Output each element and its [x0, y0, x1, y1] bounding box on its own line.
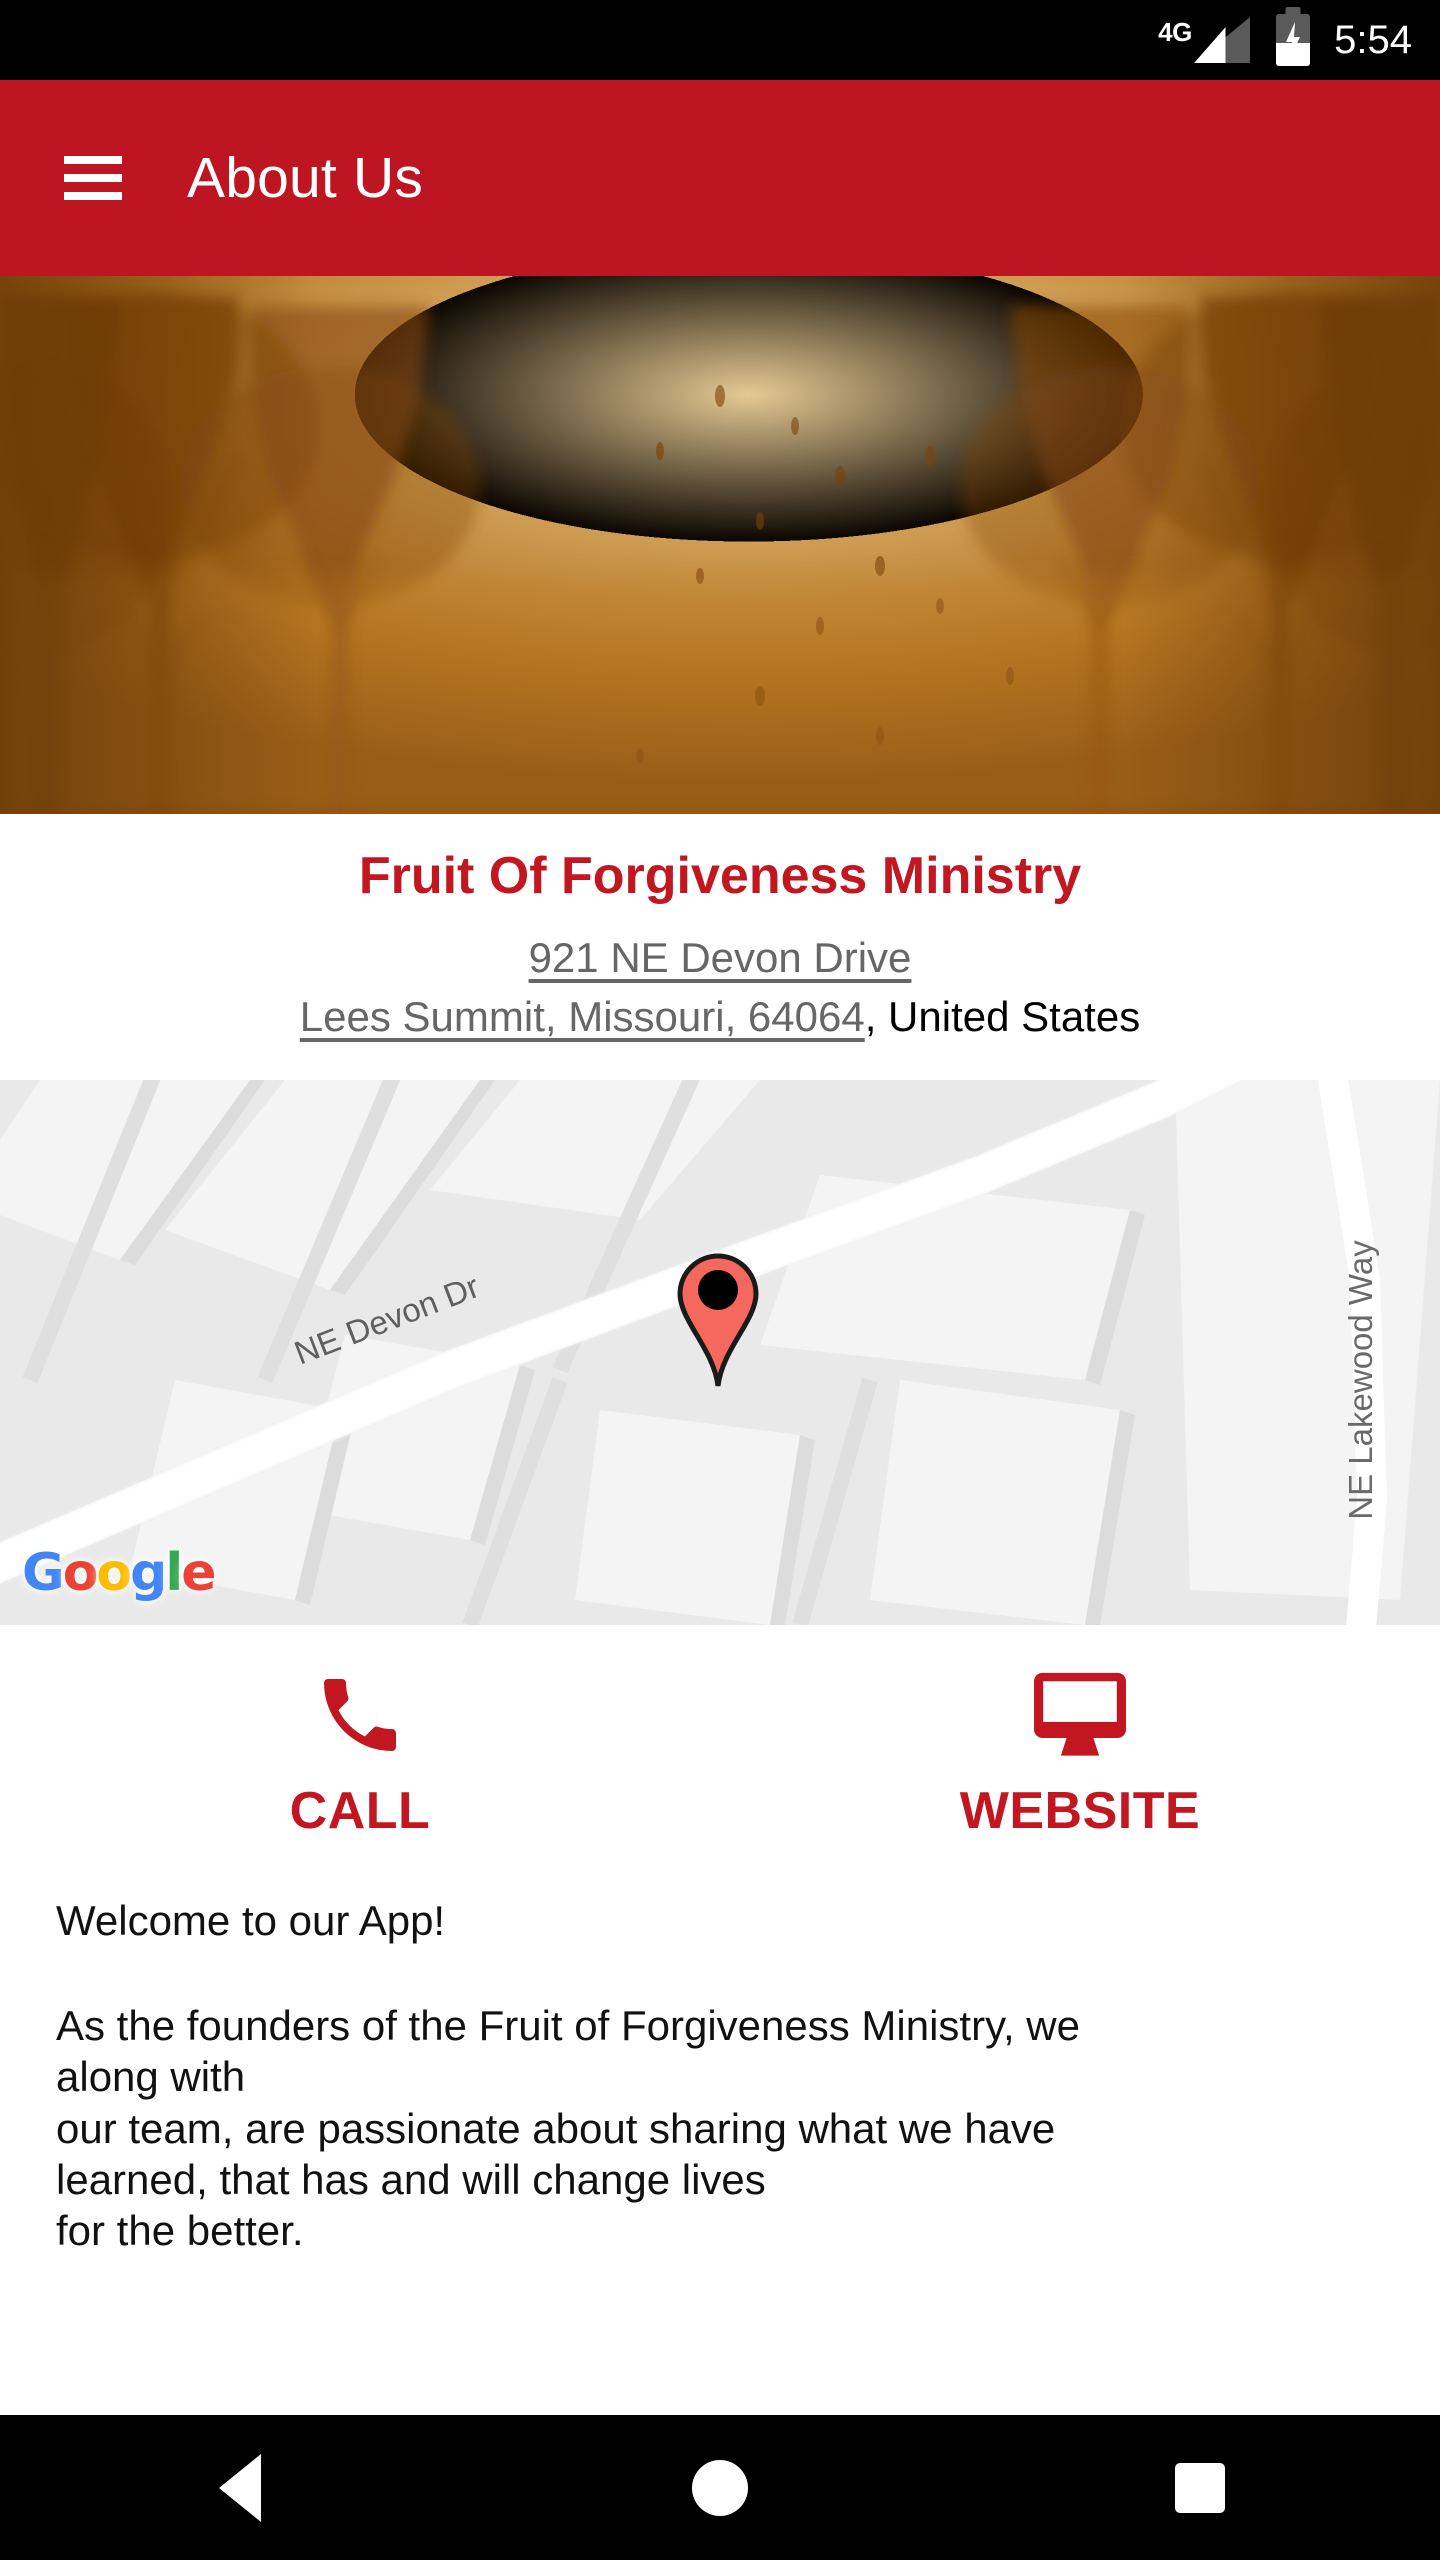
nav-recents-button[interactable]: [1120, 2415, 1280, 2560]
hamburger-bar-1: [64, 156, 122, 164]
action-buttons-row: CALL WEBSITE: [0, 1625, 1440, 1885]
page-title: About Us: [187, 146, 424, 210]
android-nav-bar: [0, 2415, 1440, 2560]
address-line-2-link[interactable]: Lees Summit, Missouri, 64064: [300, 993, 865, 1040]
nav-home-button[interactable]: [640, 2415, 800, 2560]
about-body-text: Welcome to our App! As the founders of t…: [0, 1895, 1440, 2256]
recents-square-icon: [1175, 2462, 1225, 2513]
nav-back-button[interactable]: [160, 2415, 320, 2560]
home-circle-icon: [692, 2459, 748, 2516]
street-label-lakewood: NE Lakewood Way: [1342, 1240, 1379, 1520]
signal-bars-icon: 4G: [1158, 13, 1258, 67]
status-bar: 4G 5:54: [0, 0, 1440, 80]
hamburger-menu-icon[interactable]: [64, 156, 122, 200]
address-line-1-link[interactable]: 921 NE Devon Drive: [529, 934, 912, 982]
website-button[interactable]: WEBSITE: [720, 1625, 1440, 1885]
body-line-2: along with: [56, 2053, 246, 2101]
organization-name: Fruit Of Forgiveness Ministry: [358, 847, 1082, 905]
hamburger-bar-2: [64, 174, 122, 182]
hero-banner-image: [0, 276, 1440, 814]
back-triangle-icon: [219, 2453, 261, 2522]
clock-label: 5:54: [1334, 18, 1412, 62]
body-line-4: learned, that has and will change lives: [56, 2155, 766, 2203]
status-bar-icons: 4G 5:54: [1158, 13, 1412, 67]
address-line-2-row: Lees Summit, Missouri, 64064, United Sta…: [0, 992, 1440, 1042]
phone-icon: [312, 1669, 408, 1761]
call-button-label: CALL: [289, 1782, 431, 1840]
charging-bolt-icon: [1286, 22, 1301, 58]
battery-charging-icon: [1276, 14, 1311, 66]
google-logo: Google: [22, 1543, 217, 1603]
app-bar: About Us: [0, 80, 1440, 276]
body-greeting: Welcome to our App!: [56, 1897, 446, 1944]
monitor-icon: [1030, 1669, 1130, 1761]
body-line-5: for the better.: [56, 2207, 304, 2255]
phone-screen: 4G 5:54 About Us Fruit Of Forgiveness Mi…: [0, 0, 1440, 2560]
hamburger-bar-3: [64, 192, 122, 200]
address-country-label: , United States: [864, 993, 1141, 1040]
hero-artwork: [0, 276, 1440, 814]
address-block: 921 NE Devon Drive Lees Summit, Missouri…: [0, 906, 1440, 1042]
organization-info: Fruit Of Forgiveness Ministry 921 NE Dev…: [0, 814, 1440, 1080]
body-line-3: our team, are passionate about sharing w…: [56, 2104, 1056, 2152]
map-canvas: NE Devon Dr NE Lakewood Way: [0, 1080, 1440, 1625]
body-line-1: As the founders of the Fruit of Forgiven…: [56, 2002, 1080, 2050]
website-button-label: WEBSITE: [959, 1782, 1201, 1840]
location-map[interactable]: NE Devon Dr NE Lakewood Way Google: [0, 1080, 1440, 1625]
call-button[interactable]: CALL: [0, 1625, 720, 1885]
network-type-label: 4G: [1158, 17, 1192, 47]
